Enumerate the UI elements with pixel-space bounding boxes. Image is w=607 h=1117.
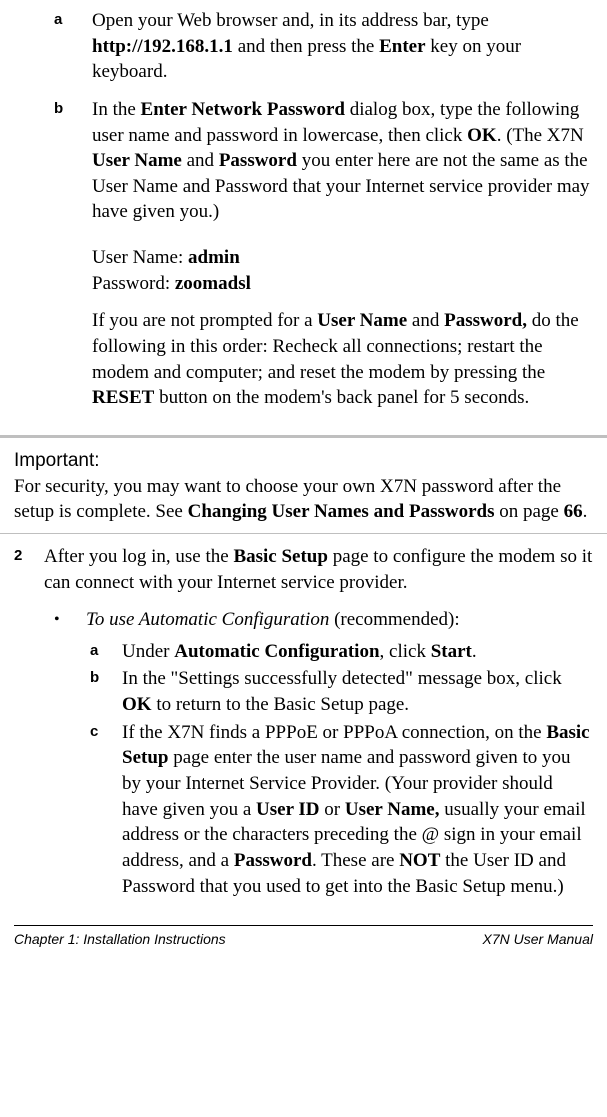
basic-setup-label: Basic Setup [233, 546, 328, 567]
url: http://192.168.1.1 [92, 36, 233, 57]
text: or [320, 799, 345, 820]
bullet-auto-config: • To use Automatic Configuration (recomm… [54, 607, 593, 633]
text: In the [92, 99, 141, 120]
username-value: admin [188, 247, 240, 268]
password-label: Password, [444, 310, 527, 331]
sub-step-a: a Under Automatic Configuration, click S… [90, 639, 593, 665]
user-name-label: User Name [317, 310, 407, 331]
step-b: b In the Enter Network Password dialog b… [54, 97, 593, 421]
text: . These are [312, 850, 399, 871]
text: button on the modem's back panel for 5 s… [154, 387, 529, 408]
sub-a-letter: a [90, 639, 122, 665]
page-number: 66 [564, 501, 583, 522]
sub-c-body: If the X7N finds a PPPoE or PPPoA connec… [122, 720, 593, 899]
footer-right: X7N User Manual [483, 930, 594, 949]
text: In the "Settings successfully detected" … [122, 668, 562, 689]
ok-label: OK [467, 125, 497, 146]
text: Under [122, 641, 174, 662]
credentials-block: User Name: admin Password: zoomadsl [92, 245, 593, 296]
important-heading: Important: [14, 448, 593, 474]
step-a: a Open your Web browser and, in its addr… [54, 8, 593, 85]
user-id-label: User ID [256, 799, 320, 820]
password-value: zoomadsl [175, 273, 251, 294]
auto-config-label: Automatic Configuration [174, 641, 379, 662]
sub-b-body: In the "Settings successfully detected" … [122, 666, 593, 717]
step-2-body: After you log in, use the Basic Setup pa… [44, 544, 593, 595]
user-name-label: User Name, [345, 799, 440, 820]
changing-passwords-ref: Changing User Names and Passwords [188, 501, 495, 522]
text: . (The X7N [497, 125, 584, 146]
dialog-name: Enter Network Password [141, 99, 345, 120]
important-block: Important: For security, you may want to… [14, 448, 593, 525]
bullet-rest: (recommended): [329, 609, 459, 630]
enter-key: Enter [379, 36, 425, 57]
footer-left: Chapter 1: Installation Instructions [14, 930, 226, 949]
text: and [182, 150, 219, 171]
step-b-letter: b [54, 97, 92, 421]
bullet-italic: To use Automatic Configuration [86, 609, 329, 630]
bullet-text: To use Automatic Configuration (recommen… [86, 607, 593, 633]
footer-rule [14, 925, 593, 926]
start-label: Start [431, 641, 472, 662]
password-label: Password [219, 150, 297, 171]
step-2-number: 2 [14, 544, 44, 595]
text: , click [380, 641, 431, 662]
text: Open your Web browser and, in its addres… [92, 10, 489, 31]
step-a-body: Open your Web browser and, in its addres… [92, 8, 593, 85]
sub-a-body: Under Automatic Configuration, click Sta… [122, 639, 593, 665]
text: on page [494, 501, 563, 522]
page-footer: Chapter 1: Installation Instructions X7N… [14, 930, 593, 949]
text: and then press the [233, 36, 379, 57]
text: After you log in, use the [44, 546, 233, 567]
not-label: NOT [399, 850, 440, 871]
divider-thick [0, 435, 607, 438]
text: and [407, 310, 444, 331]
text: to return to the Basic Setup page. [152, 694, 410, 715]
sub-step-b: b In the "Settings successfully detected… [90, 666, 593, 717]
bullet-dot-icon: • [54, 607, 86, 633]
ok-label: OK [122, 694, 152, 715]
text: . [472, 641, 477, 662]
text: . [583, 501, 588, 522]
step-b-body: In the Enter Network Password dialog box… [92, 97, 593, 421]
text: If the X7N finds a PPPoE or PPPoA connec… [122, 722, 546, 743]
sub-step-c: c If the X7N finds a PPPoE or PPPoA conn… [90, 720, 593, 899]
step-a-letter: a [54, 8, 92, 85]
reset-label: RESET [92, 387, 154, 408]
user-name-label: User Name [92, 150, 182, 171]
password-label: Password [234, 850, 312, 871]
divider-thin [0, 533, 607, 534]
step-2: 2 After you log in, use the Basic Setup … [14, 544, 593, 595]
username-label: User Name: [92, 247, 188, 268]
text: If you are not prompted for a [92, 310, 317, 331]
sub-b-letter: b [90, 666, 122, 717]
sub-c-letter: c [90, 720, 122, 899]
password-label: Password: [92, 273, 175, 294]
